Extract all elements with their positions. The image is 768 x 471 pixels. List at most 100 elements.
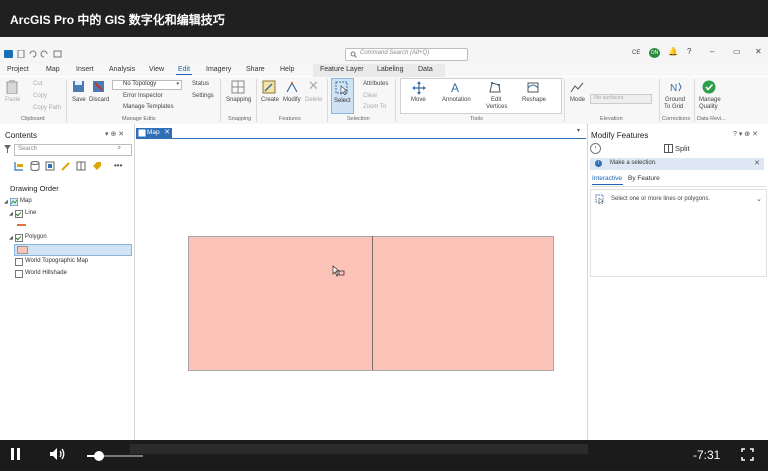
undo-icon[interactable]	[28, 50, 37, 58]
create-button[interactable]: Create	[261, 97, 279, 103]
labeling-list-icon[interactable]	[92, 161, 102, 171]
tab-analysis[interactable]: Analysis	[109, 66, 135, 73]
user-badge[interactable]: ON	[649, 48, 660, 58]
dismiss-message-icon[interactable]: ✕	[754, 159, 760, 167]
manage-templates-button[interactable]: Manage Templates	[123, 104, 174, 110]
snapping-icon[interactable]	[231, 80, 245, 94]
polygon-feature-left[interactable]	[188, 236, 374, 371]
surface-dropdown[interactable]: No surfaces	[590, 94, 652, 104]
split-line-feature[interactable]	[372, 236, 373, 370]
maximize-icon[interactable]: ▭	[733, 47, 741, 56]
manage-quality-line2[interactable]: Quality	[699, 104, 718, 110]
tab-data[interactable]: Data	[418, 66, 433, 73]
copy-button[interactable]: Copy	[33, 93, 47, 99]
annotation-tool[interactable]: Annotation	[442, 97, 471, 103]
filter-icon[interactable]	[4, 145, 11, 153]
selection-area[interactable]	[590, 189, 767, 277]
world-topographic-checkbox[interactable]	[15, 258, 23, 266]
map-tab[interactable]: Map ✕	[136, 128, 172, 138]
edit-vertices-tool-line1[interactable]: Edit	[491, 97, 501, 103]
elevation-mode-icon[interactable]	[570, 80, 584, 94]
paste-button[interactable]: Paste	[5, 97, 20, 103]
help-icon[interactable]: ?	[687, 47, 691, 56]
tab-overflow-icon[interactable]: ▾	[577, 127, 580, 134]
editing-list-icon[interactable]	[61, 161, 71, 171]
polygon-visibility-checkbox[interactable]	[15, 234, 23, 242]
data-source-icon[interactable]	[30, 161, 40, 171]
ground-to-grid-icon[interactable]: N	[669, 80, 683, 94]
polygon-symbol-row[interactable]	[14, 244, 132, 256]
topology-dropdown[interactable]: No Topology ▾	[112, 80, 182, 90]
cut-button[interactable]: Cut	[33, 81, 42, 87]
save-edits-icon[interactable]	[72, 80, 85, 93]
error-inspector-button[interactable]: Error Inspector	[123, 93, 163, 99]
selection-list-icon[interactable]	[45, 161, 55, 171]
reshape-icon[interactable]	[526, 80, 540, 94]
delete-icon[interactable]: ✕	[308, 78, 319, 94]
redo-icon[interactable]	[40, 50, 49, 58]
notification-icon[interactable]: 🔔	[668, 47, 678, 56]
tab-help[interactable]: Help	[280, 66, 294, 73]
minimize-icon[interactable]: –	[710, 47, 714, 56]
snapping-button[interactable]: Snapping	[226, 97, 251, 103]
user-initials[interactable]: CE	[632, 50, 640, 56]
manage-quality-icon[interactable]	[702, 80, 716, 94]
discard-edits-button[interactable]: Discard	[89, 97, 109, 103]
drawing-order-icon[interactable]	[14, 161, 24, 171]
copy-path-button[interactable]: Copy Path	[33, 105, 61, 111]
layer-polygon[interactable]: Polygon	[25, 234, 47, 240]
manage-quality-line1[interactable]: Manage	[699, 97, 721, 103]
tab-feature-layer[interactable]: Feature Layer	[320, 66, 364, 73]
move-icon[interactable]	[412, 81, 426, 95]
layer-world-topographic-map[interactable]: World Topographic Map	[25, 258, 88, 264]
expand-icon[interactable]: ◢	[9, 235, 13, 241]
elevation-mode-button[interactable]: Mode	[570, 97, 585, 103]
tab-by-feature[interactable]: By Feature	[628, 175, 660, 182]
edit-vertices-tool-line2[interactable]: Vertices	[486, 104, 507, 110]
pause-icon[interactable]	[11, 448, 14, 460]
close-tab-icon[interactable]: ✕	[164, 128, 170, 136]
volume-icon[interactable]	[49, 447, 66, 461]
new-project-icon[interactable]	[17, 50, 26, 58]
zoom-to-selection-button[interactable]: Zoom To	[363, 104, 386, 110]
video-progress-handle[interactable]	[93, 451, 104, 461]
tab-share[interactable]: Share	[246, 66, 265, 73]
discard-edits-icon[interactable]	[92, 80, 105, 93]
close-window-icon[interactable]: ✕	[755, 47, 762, 56]
reshape-tool[interactable]: Reshape	[522, 97, 546, 103]
status-button[interactable]: Status	[192, 81, 209, 87]
ground-to-grid-line1[interactable]: Ground	[665, 97, 685, 103]
tab-imagery[interactable]: Imagery	[206, 66, 231, 73]
tab-insert[interactable]: Insert	[76, 66, 94, 73]
create-feature-icon[interactable]	[262, 80, 276, 94]
save-project-icon[interactable]	[53, 50, 62, 58]
more-options-icon[interactable]: •••	[114, 161, 122, 170]
tab-labeling[interactable]: Labeling	[377, 66, 403, 73]
pane-menu-icon[interactable]: ▾ ⊕ ✕	[105, 130, 124, 138]
expand-icon[interactable]: ◢	[4, 199, 8, 205]
select-button[interactable]: Select	[331, 78, 354, 114]
paste-icon[interactable]	[6, 80, 18, 94]
modify-feature-icon[interactable]	[285, 80, 299, 94]
expand-icon[interactable]: ◢	[9, 211, 13, 217]
back-icon[interactable]: ‹	[590, 143, 601, 154]
tab-view[interactable]: View	[149, 66, 164, 73]
command-search-box[interactable]: Command Search (Alt+Q)	[345, 48, 468, 61]
line-visibility-checkbox[interactable]	[15, 210, 23, 218]
layer-line[interactable]: Line	[25, 210, 36, 216]
layer-map[interactable]: Map	[20, 198, 32, 204]
tab-interactive[interactable]: Interactive	[592, 175, 622, 182]
tab-map[interactable]: Map	[46, 66, 60, 73]
edit-vertices-icon[interactable]	[488, 80, 502, 94]
annotation-icon[interactable]: A	[449, 80, 463, 94]
delete-button[interactable]: Delete	[305, 97, 322, 103]
clear-selection-button[interactable]: Clear	[363, 93, 377, 99]
world-hillshade-checkbox[interactable]	[15, 270, 23, 278]
save-edits-button[interactable]: Save	[72, 97, 86, 103]
chevron-down-icon[interactable]: ⌄	[756, 195, 762, 203]
polygon-feature-right[interactable]	[373, 236, 554, 371]
snapping-list-icon[interactable]	[76, 161, 86, 171]
fullscreen-icon[interactable]	[741, 448, 754, 461]
tab-edit[interactable]: Edit	[178, 66, 190, 73]
attributes-button[interactable]: Attributes	[363, 81, 388, 87]
